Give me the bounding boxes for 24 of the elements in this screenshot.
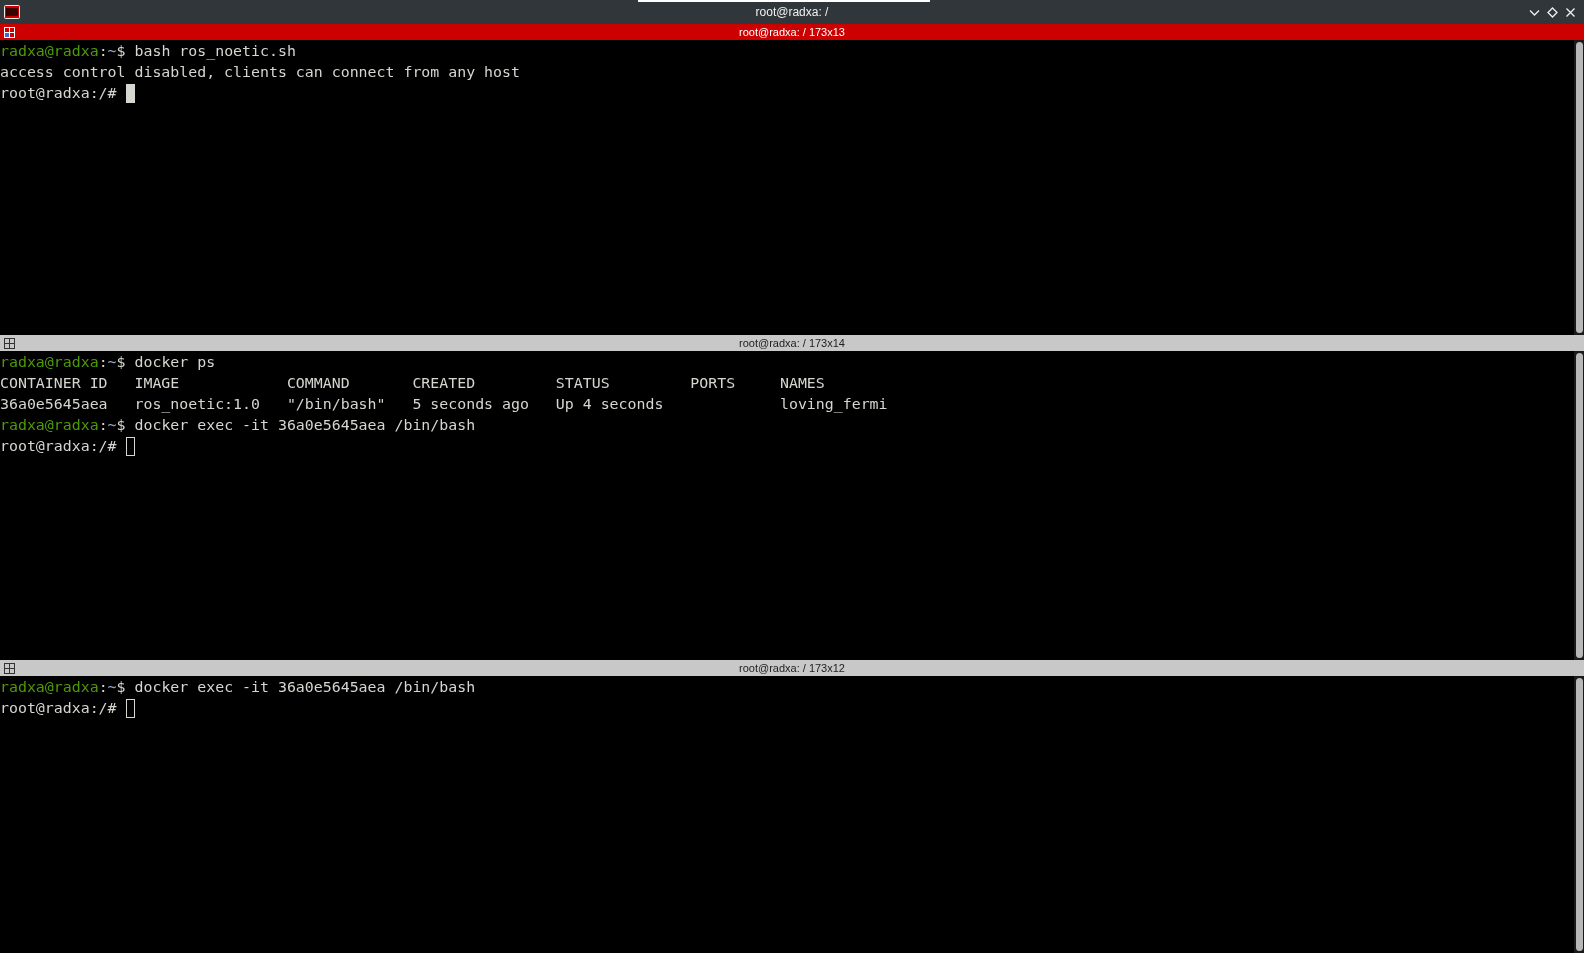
terminal-line: radxa@radxa:~$ docker exec -it 36a0e5645aea /bin/bash xyxy=(0,415,476,436)
terminal-line: 36a0e5645aea ros_noetic:1.0 "/bin/bash" 5 seconds ago Up 4 seconds loving_fermi xyxy=(0,394,888,415)
diamond-icon[interactable] xyxy=(1547,6,1558,18)
pane-title: root@radxa: / 173x12 xyxy=(739,661,845,676)
terminal-line: root@radxa:/# xyxy=(0,83,118,104)
terminal-app-icon[interactable] xyxy=(4,5,20,19)
terminal-line: root@radxa:/# xyxy=(0,436,118,457)
pane-title: root@radxa: / 173x13 xyxy=(739,25,845,40)
terminal-output[interactable]: radxa@radxa:~$ bash ros_noetic.sh access control disabled, clients can connect from any host root@radxa:/# xyxy=(0,40,1574,335)
grid-icon[interactable] xyxy=(4,337,15,349)
terminal-line: radxa@radxa:~$ bash ros_noetic.sh xyxy=(0,41,296,62)
scrollbar[interactable] xyxy=(1574,676,1584,953)
terminal-line: CONTAINER ID IMAGE COMMAND CREATED STATUS PORTS NAMES xyxy=(0,373,825,394)
grid-icon[interactable] xyxy=(4,662,15,674)
terminal-line: access control disabled, clients can connect from any host xyxy=(0,62,520,83)
pane-title: root@radxa: / 173x14 xyxy=(739,336,845,351)
close-icon[interactable] xyxy=(1565,6,1576,18)
window-title: root@radxa: / xyxy=(755,4,829,21)
terminal-line: radxa@radxa:~$ docker exec -it 36a0e5645aea /bin/bash xyxy=(0,677,476,698)
scrollbar[interactable] xyxy=(1574,351,1584,660)
scrollbar[interactable] xyxy=(1574,40,1584,335)
terminal-line: radxa@radxa:~$ docker ps xyxy=(0,352,216,373)
terminal-line: root@radxa:/# xyxy=(0,698,118,719)
terminal-output[interactable]: radxa@radxa:~$ docker exec -it 36a0e5645aea /bin/bash root@radxa:/# xyxy=(0,676,1574,953)
